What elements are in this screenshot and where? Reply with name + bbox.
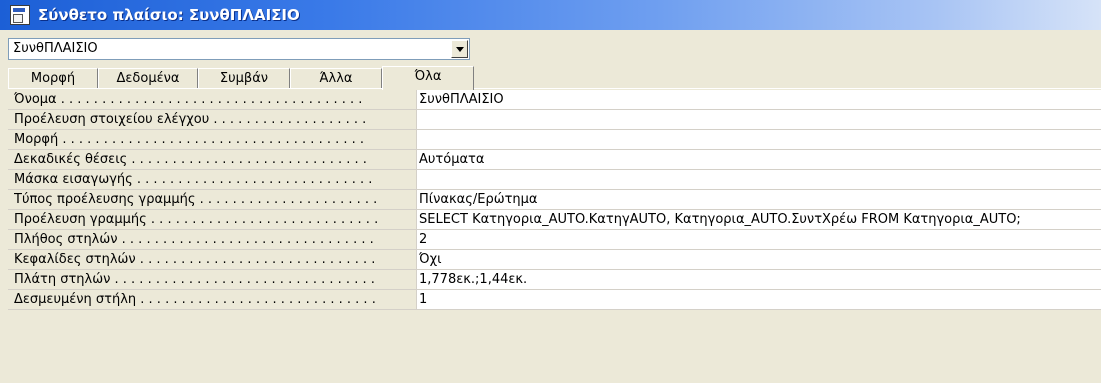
property-label: Όνομα . . . . . . . . . . . . . . . . . … <box>14 92 363 107</box>
property-value[interactable]: 1 <box>416 290 1101 309</box>
chevron-down-icon <box>455 46 464 52</box>
property-row[interactable]: Μάσκα εισαγωγής . . . . . . . . . . . . … <box>8 170 1101 190</box>
title-bar[interactable]: Σύνθετο πλαίσιο: ΣυνθΠΛΑΙΣΙΟ <box>0 0 1101 30</box>
property-value[interactable] <box>416 130 1101 149</box>
property-label: Κεφαλίδες στηλών . . . . . . . . . . . .… <box>14 252 376 267</box>
property-label: Πλήθος στηλών . . . . . . . . . . . . . … <box>14 232 374 247</box>
window-title: Σύνθετο πλαίσιο: ΣυνθΠΛΑΙΣΙΟ <box>38 6 300 24</box>
properties-icon <box>10 5 30 25</box>
tab-format[interactable]: Μορφή <box>8 68 98 88</box>
property-row[interactable]: Δεκαδικές θέσεις . . . . . . . . . . . .… <box>8 150 1101 170</box>
property-label: Προέλευση γραμμής . . . . . . . . . . . … <box>14 212 379 227</box>
property-row[interactable]: Προέλευση στοιχείου ελέγχου . . . . . . … <box>8 110 1101 130</box>
property-row[interactable]: Προέλευση γραμμής . . . . . . . . . . . … <box>8 210 1101 230</box>
property-row[interactable]: Κεφαλίδες στηλών . . . . . . . . . . . .… <box>8 250 1101 270</box>
property-value[interactable]: 2 <box>416 230 1101 249</box>
property-value[interactable]: Όχι <box>416 250 1101 269</box>
property-value[interactable] <box>416 110 1101 129</box>
property-label: Μορφή . . . . . . . . . . . . . . . . . … <box>14 132 365 147</box>
tab-event[interactable]: Συμβάν <box>198 68 290 88</box>
object-selector[interactable]: ΣυνθΠΛΑΙΣΙΟ <box>8 38 470 60</box>
property-label: Προέλευση στοιχείου ελέγχου . . . . . . … <box>14 112 367 127</box>
property-value[interactable]: ΣυνθΠΛΑΙΣΙΟ <box>416 90 1101 109</box>
tab-other[interactable]: Άλλα <box>290 68 382 88</box>
property-list: Όνομα . . . . . . . . . . . . . . . . . … <box>8 90 1101 310</box>
property-row[interactable]: Πλήθος στηλών . . . . . . . . . . . . . … <box>8 230 1101 250</box>
dropdown-button[interactable] <box>451 40 468 58</box>
property-row[interactable]: Δεσμευμένη στήλη . . . . . . . . . . . .… <box>8 290 1101 310</box>
property-row[interactable]: Μορφή . . . . . . . . . . . . . . . . . … <box>8 130 1101 150</box>
property-label: Δεκαδικές θέσεις . . . . . . . . . . . .… <box>14 152 367 167</box>
property-value[interactable]: Αυτόματα <box>416 150 1101 169</box>
tab-all[interactable]: Όλα <box>382 66 474 90</box>
property-value[interactable]: SELECT Κατηγορια_AUTO.ΚατηγAUTO, Κατηγορ… <box>416 210 1101 229</box>
property-label: Μάσκα εισαγωγής . . . . . . . . . . . . … <box>14 172 373 187</box>
property-label: Τύπος προέλευσης γραμμής . . . . . . . .… <box>14 192 378 207</box>
property-value[interactable]: 1,778εκ.;1,44εκ. <box>416 270 1101 289</box>
tab-data[interactable]: Δεδομένα <box>98 68 198 88</box>
property-row[interactable]: Τύπος προέλευσης γραμμής . . . . . . . .… <box>8 190 1101 210</box>
object-selector-value: ΣυνθΠΛΑΙΣΙΟ <box>13 41 98 56</box>
tab-divider <box>8 88 1101 89</box>
property-value[interactable]: Πίνακας/Ερώτημα <box>416 190 1101 209</box>
tab-strip: Μορφή Δεδομένα Συμβάν Άλλα Όλα <box>8 66 608 90</box>
property-row[interactable]: Όνομα . . . . . . . . . . . . . . . . . … <box>8 90 1101 110</box>
property-label: Πλάτη στηλών . . . . . . . . . . . . . .… <box>14 272 375 287</box>
property-label: Δεσμευμένη στήλη . . . . . . . . . . . .… <box>14 292 376 307</box>
property-value[interactable] <box>416 170 1101 189</box>
property-row[interactable]: Πλάτη στηλών . . . . . . . . . . . . . .… <box>8 270 1101 290</box>
